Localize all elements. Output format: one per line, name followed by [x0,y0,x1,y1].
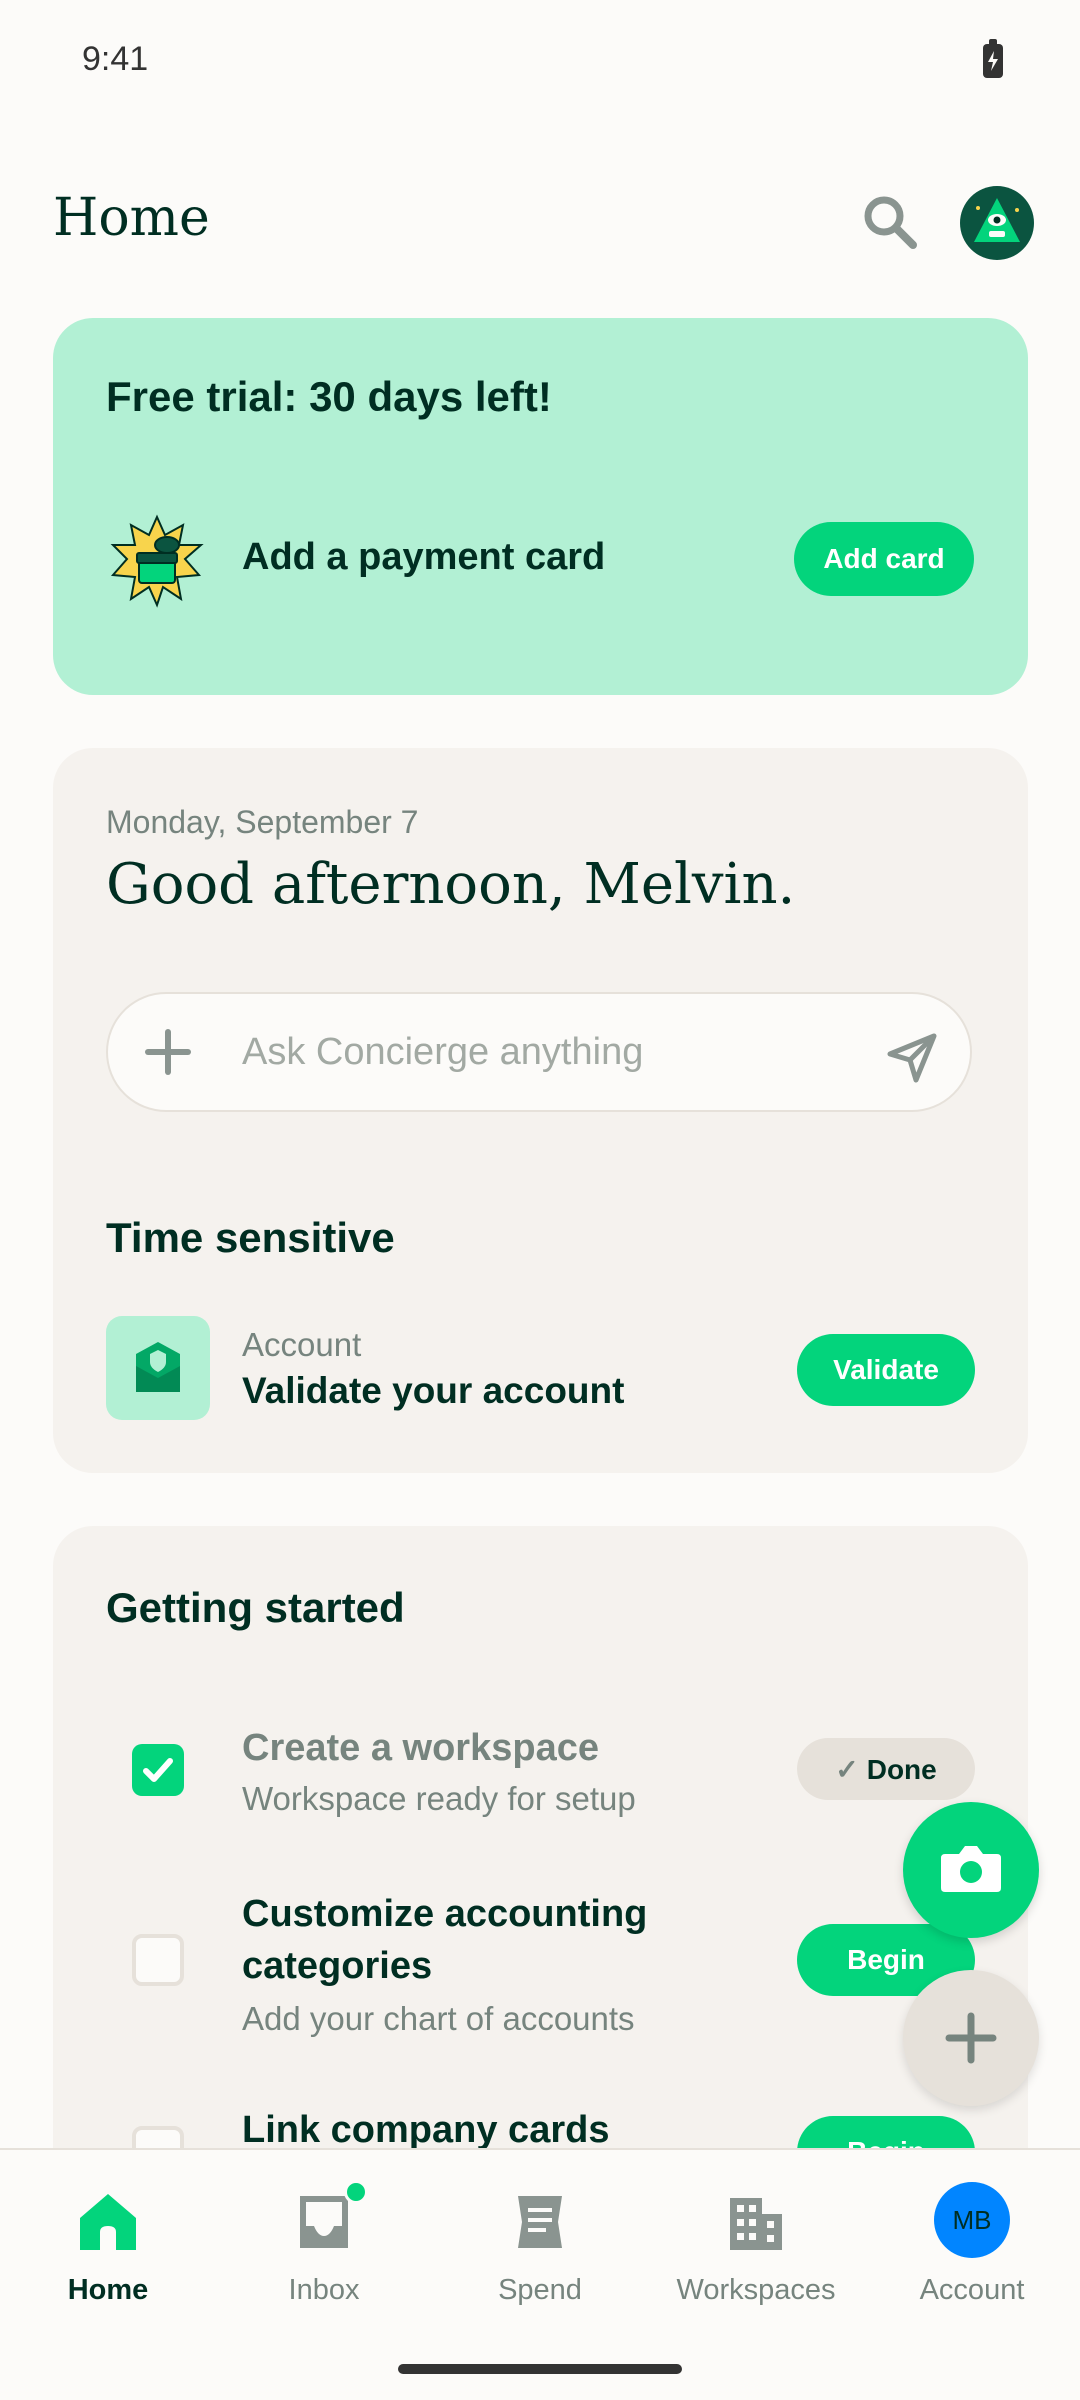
task-checkbox[interactable] [132,1934,184,1986]
camera-fab[interactable] [903,1802,1039,1938]
home-indicator [398,2364,682,2374]
trial-title: Free trial: 30 days left! [106,373,552,420]
task-subtitle: Workspace ready for setup [242,1780,636,1817]
trial-card: Free trial: 30 days left! Add a payment … [53,318,1028,695]
workspace-avatar-icon [974,198,1020,242]
nav-item-account[interactable]: MB Account [864,2150,1080,2340]
done-button[interactable]: ✓ Done [797,1738,975,1800]
checkmark-icon [143,1758,173,1782]
task-checkbox-checked[interactable] [132,1744,184,1796]
nav-item-inbox[interactable]: Inbox [216,2150,432,2340]
account-avatar: MB [934,2182,1010,2258]
greeting-card: Monday, September 7 Good afternoon, Melv… [53,748,1028,1473]
nav-label: Account [919,2274,1025,2306]
bottom-navigation: Home Inbox Spend Workspaces MB Account [0,2148,1080,2400]
task-title-line1: Customize accounting [242,1893,648,1935]
nav-item-home[interactable]: Home [0,2150,216,2340]
concierge-bar [106,992,972,1112]
time-sensitive-title: Time sensitive [106,1214,395,1261]
nav-item-workspaces[interactable]: Workspaces [648,2150,864,2340]
task-title: Create a workspace [242,1727,599,1769]
concierge-input[interactable] [242,1020,842,1084]
validate-button[interactable]: Validate [797,1334,975,1406]
nav-label: Inbox [288,2274,360,2306]
nav-item-spend[interactable]: Spend [432,2150,648,2340]
receipt-icon [518,2196,562,2248]
nav-label: Home [67,2274,149,2306]
battery-icon [983,39,1003,78]
getting-started-title: Getting started [106,1584,405,1631]
task-subtitle: Add your chart of accounts [242,2000,635,2037]
status-time: 9:41 [82,40,149,78]
greeting-title: Good afternoon, Melvin. [106,852,796,917]
plus-icon[interactable] [142,1026,194,1078]
add-payment-card-text: Add a payment card [242,536,606,578]
search-icon [864,196,917,249]
page-title: Home [53,188,210,248]
validate-account-text: Validate your account [242,1370,625,1411]
shield-envelope-icon [106,1316,210,1420]
done-label: Done [866,1753,937,1785]
camera-icon [941,1846,1001,1892]
nav-label: Spend [498,2274,582,2306]
home-icon [80,2194,136,2250]
profile-avatar[interactable] [960,186,1034,260]
nav-label: Workspaces [676,2274,836,2306]
task-title-line2: categories [242,1945,433,1987]
current-date: Monday, September 7 [106,804,419,840]
unread-badge [344,2180,368,2204]
gift-starburst-icon [109,513,205,609]
plus-icon [945,2012,997,2064]
check-icon: ✓ [835,1753,859,1785]
time-sensitive-label: Account [242,1326,362,1363]
send-icon[interactable] [886,1032,938,1084]
add-card-button[interactable]: Add card [794,522,974,596]
search-button[interactable] [858,190,924,256]
building-icon [730,2198,782,2250]
create-fab[interactable] [903,1970,1039,2106]
